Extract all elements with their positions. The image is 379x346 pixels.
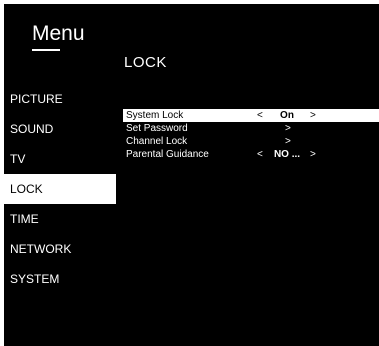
sidebar-item-picture[interactable]: PICTURE	[4, 84, 116, 114]
sidebar-item-network[interactable]: NETWORK	[4, 234, 116, 264]
chevron-left-icon[interactable]: <	[257, 109, 263, 122]
sidebar-item-time[interactable]: TIME	[4, 204, 116, 234]
chevron-right-icon[interactable]: >	[285, 122, 291, 135]
option-value: On	[280, 110, 294, 121]
chevron-left-icon[interactable]: <	[257, 148, 263, 161]
option-channel-lock[interactable]: Channel Lock >	[123, 135, 379, 148]
option-parental-guidance[interactable]: Parental Guidance < NO ... >	[123, 148, 379, 161]
option-label: System Lock	[126, 110, 184, 121]
option-value: NO ...	[273, 149, 301, 160]
page-title: LOCK	[124, 54, 167, 71]
chevron-right-icon[interactable]: >	[310, 109, 316, 122]
chevron-right-icon[interactable]: >	[285, 135, 291, 148]
menu-title: Menu	[32, 22, 85, 45]
tv-menu-screen: Menu LOCK PICTURE SOUND TV LOCK TIME NET…	[4, 4, 379, 346]
option-label: Parental Guidance	[126, 149, 209, 160]
sidebar-item-sound[interactable]: SOUND	[4, 114, 116, 144]
option-label: Channel Lock	[126, 136, 188, 147]
option-system-lock[interactable]: System Lock < On >	[123, 109, 379, 122]
sidebar-item-tv[interactable]: TV	[4, 144, 116, 174]
option-label: Set Password	[126, 123, 188, 134]
sidebar-item-lock[interactable]: LOCK	[4, 174, 116, 204]
sidebar-item-system[interactable]: SYSTEM	[4, 264, 116, 294]
menu-title-underline	[32, 49, 60, 51]
option-set-password[interactable]: Set Password >	[123, 122, 379, 135]
lock-options-list: System Lock < On > Set Password > Channe…	[123, 109, 379, 161]
chevron-right-icon[interactable]: >	[310, 148, 316, 161]
sidebar: PICTURE SOUND TV LOCK TIME NETWORK SYSTE…	[4, 84, 116, 294]
